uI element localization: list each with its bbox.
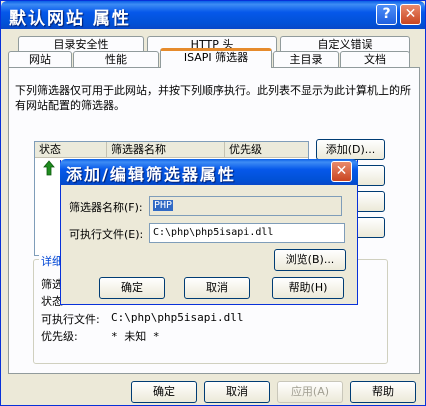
dialog-close-button[interactable]: ✕	[331, 161, 352, 182]
executable-label: 可执行文件(E):	[69, 228, 144, 241]
executable-field[interactable]: C:\php\php5isapi.dll	[149, 223, 345, 243]
dialog-title-bar[interactable]: 添加/编辑筛选器属性 ✕	[60, 159, 358, 185]
column-priority[interactable]: 优先级	[225, 142, 309, 158]
dialog-help-button[interactable]: 帮助(H)	[272, 277, 344, 299]
tab-home-directory[interactable]: 主目录	[273, 51, 339, 68]
column-status[interactable]: 状态	[35, 142, 107, 158]
filter-name-label: 筛选器名称(F):	[69, 201, 143, 214]
add-filter-button[interactable]: 添加(D)...	[316, 139, 385, 160]
apply-button[interactable]: 应用(A)	[277, 381, 343, 403]
edit-filter-dialog: 添加/编辑筛选器属性 ✕ 筛选器名称(F): PHP 可执行文件(E): C:\…	[60, 159, 358, 305]
close-icon: ✕	[404, 6, 417, 22]
help-button[interactable]: 帮助	[350, 381, 416, 403]
detail-label-priority: 优先级:	[41, 330, 78, 343]
close-title-button[interactable]: ✕	[400, 4, 421, 25]
ok-button[interactable]: 确定	[131, 381, 197, 403]
close-icon: ✕	[335, 163, 348, 179]
list-header: 状态 筛选器名称 优先级	[35, 142, 308, 158]
browse-button[interactable]: 浏览(B)...	[274, 249, 346, 271]
tab-website[interactable]: 网站	[8, 51, 72, 68]
help-title-button[interactable]: ?	[376, 4, 397, 25]
detail-value-priority: * 未知 *	[111, 330, 160, 343]
description-text: 下列筛选器仅可用于此网站，并按下列顺序执行。此列表不显示为此计算机上的所有网站配…	[15, 84, 411, 112]
detail-value-executable: C:\php\php5isapi.dll	[111, 311, 244, 324]
title-bar[interactable]: 默认网站 属性 ? ✕	[1, 1, 425, 29]
dialog-cancel-button[interactable]: 取消	[184, 277, 250, 299]
filter-name-value: PHP	[153, 200, 174, 211]
tab-documents[interactable]: 文档	[340, 51, 410, 68]
up-arrow-icon	[43, 160, 55, 176]
dialog-ok-button[interactable]: 确定	[99, 277, 165, 299]
help-icon: ?	[382, 6, 391, 22]
window-title: 默认网站 属性	[9, 9, 131, 29]
dialog-title: 添加/编辑筛选器属性	[66, 165, 236, 184]
detail-label-executable: 可执行文件:	[41, 313, 100, 326]
tab-isapi-filters[interactable]: ISAPI 筛选器	[160, 48, 272, 68]
filter-name-field[interactable]: PHP	[149, 196, 342, 216]
cancel-button[interactable]: 取消	[204, 381, 270, 403]
column-filter-name[interactable]: 筛选器名称	[107, 142, 225, 158]
tab-performance[interactable]: 性能	[73, 51, 159, 68]
